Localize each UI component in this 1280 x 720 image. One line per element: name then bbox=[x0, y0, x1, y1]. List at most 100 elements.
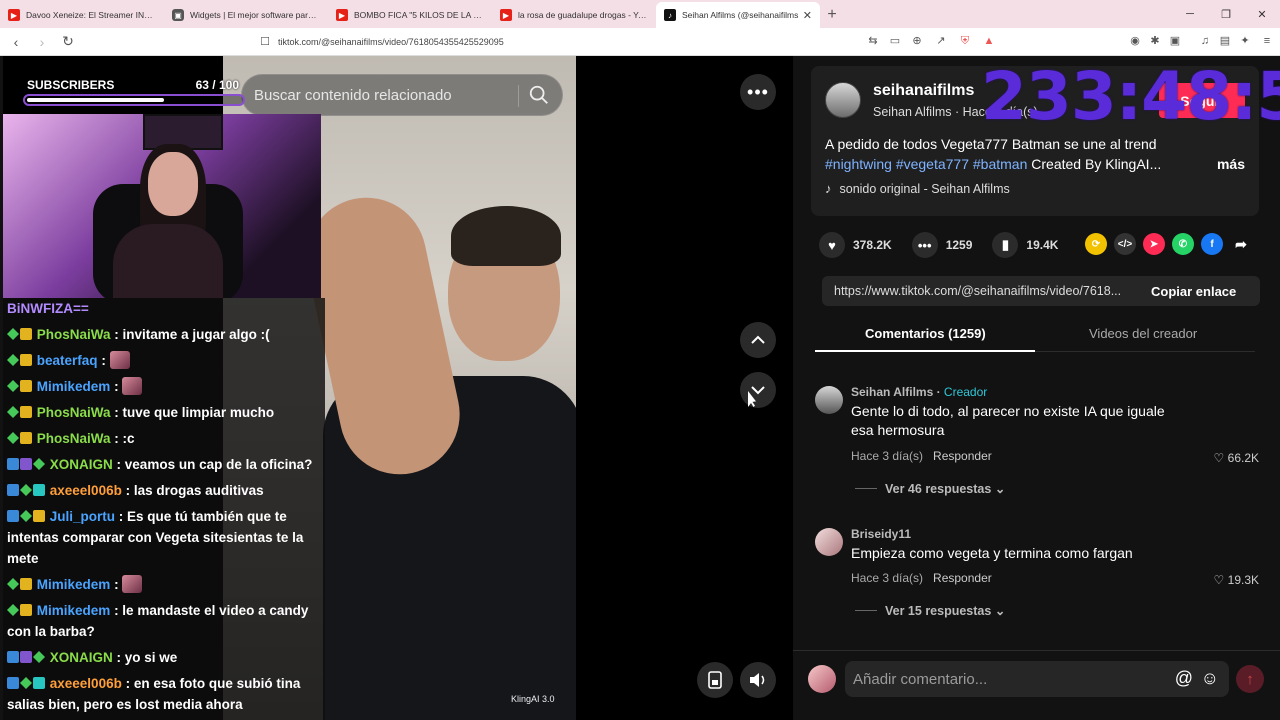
add-comment-input[interactable]: Añadir comentario... @ ☺ bbox=[845, 661, 1229, 697]
view-replies-button[interactable]: Ver 15 respuestas ⌄ bbox=[855, 603, 1005, 618]
reply-button[interactable]: Responder bbox=[933, 571, 992, 585]
tab-comments[interactable]: Comentarios (1259) bbox=[865, 326, 986, 341]
menu-icon[interactable]: ≡ bbox=[1260, 33, 1274, 49]
translate-icon[interactable]: ⇆ bbox=[866, 33, 880, 49]
sound-link[interactable]: ♪ sonido original - Seihan Alfilms bbox=[825, 181, 1010, 196]
commenter-name[interactable]: Seihan Alfilms · Creador bbox=[851, 385, 987, 399]
chat-username[interactable]: PhosNaiWa bbox=[37, 327, 111, 342]
send-icon[interactable]: ➤ bbox=[1143, 233, 1165, 255]
subscriber-goal-label: SUBSCRIBERS bbox=[27, 78, 115, 92]
extension-a-icon[interactable]: ◉ bbox=[1128, 33, 1142, 49]
chat-message: Juli_portu : Es que tú también que te in… bbox=[3, 506, 325, 569]
chat-text: : :c bbox=[114, 431, 135, 446]
wallet-icon[interactable]: ▤ bbox=[1218, 33, 1232, 49]
back-icon[interactable]: ‹ bbox=[6, 34, 26, 50]
creator-tag: Creador bbox=[943, 385, 988, 399]
chat-username[interactable]: XONAIGN bbox=[50, 457, 113, 472]
related-search-placeholder: Buscar contenido relacionado bbox=[254, 86, 452, 104]
browser-tab[interactable]: ▶ BOMBO FICA "5 KILOS DE LA WENA bbox=[328, 2, 492, 28]
youtube-icon: ▶ bbox=[500, 9, 512, 21]
browser-tab-bar: ▶ Davoo Xeneize: El Streamer INCANCEL ▣ Wid… bbox=[0, 0, 1280, 28]
stream-timer: 233:48:51 bbox=[981, 58, 1280, 135]
reload-icon[interactable]: ↻ bbox=[58, 33, 78, 50]
green-badge-icon bbox=[7, 578, 19, 590]
more-button[interactable]: más bbox=[1217, 154, 1245, 174]
video-description: A pedido de todos Vegeta777 Batman se un… bbox=[825, 134, 1245, 174]
creator-handle[interactable]: seihanaifilms bbox=[873, 82, 974, 100]
comment-like-button[interactable]: ♡ 19.3K bbox=[1214, 573, 1259, 587]
add-comment-placeholder: Añadir comentario... bbox=[853, 670, 988, 688]
share-page-icon[interactable]: ↗ bbox=[934, 33, 948, 49]
chat-username[interactable]: axeeel006b bbox=[50, 676, 122, 691]
leo-icon[interactable]: ✦ bbox=[1238, 33, 1252, 49]
save-button[interactable]: ▮ 19.4K bbox=[992, 232, 1058, 258]
tab-creator-videos[interactable]: Videos del creador bbox=[1089, 326, 1197, 341]
pip-icon bbox=[708, 671, 722, 689]
screenshot-icon[interactable]: ▭ bbox=[888, 33, 902, 49]
extensions-icon[interactable]: ✱ bbox=[1148, 33, 1162, 49]
chat-username[interactable]: BiNWFIZA== bbox=[7, 301, 89, 316]
comment-button[interactable]: ••• 1259 bbox=[911, 232, 972, 258]
zoom-icon[interactable]: ⊕ bbox=[910, 33, 924, 49]
view-replies-button[interactable]: Ver 46 respuestas ⌄ bbox=[855, 481, 1005, 496]
previous-video-button[interactable] bbox=[740, 322, 776, 358]
whatsapp-icon[interactable]: ✆ bbox=[1172, 233, 1194, 255]
chat-message: XONAIGN : yo si we bbox=[3, 647, 325, 668]
share-arrow-icon[interactable]: ➦ bbox=[1230, 233, 1252, 255]
browser-tab[interactable]: ▶ Davoo Xeneize: El Streamer INCANCEL bbox=[0, 2, 164, 28]
close-tab-icon[interactable]: ✕ bbox=[803, 9, 812, 22]
blue-badge-icon bbox=[7, 651, 19, 663]
chat-username[interactable]: Juli_portu bbox=[50, 509, 115, 524]
facebook-icon[interactable]: f bbox=[1201, 233, 1223, 255]
browser-tab[interactable]: ♪ Seihan Alfilms (@seihanaifilms ✕ bbox=[656, 2, 820, 28]
related-search-input[interactable]: Buscar contenido relacionado bbox=[241, 74, 563, 116]
embed-icon[interactable]: </> bbox=[1114, 233, 1136, 255]
volume-button[interactable] bbox=[740, 662, 776, 698]
browser-tab[interactable]: ▣ Widgets | El mejor software para pot bbox=[164, 2, 328, 28]
minimize-icon[interactable]: ─ bbox=[1172, 8, 1208, 20]
comment-like-button[interactable]: ♡ 66.2K bbox=[1214, 451, 1259, 465]
chat-username[interactable]: PhosNaiWa bbox=[37, 431, 111, 446]
commenter-avatar[interactable] bbox=[815, 528, 843, 556]
chat-username[interactable]: axeeel006b bbox=[50, 483, 122, 498]
commenter-avatar[interactable] bbox=[815, 386, 843, 414]
description-hashtags[interactable]: #nightwing #vegeta777 #batman bbox=[825, 156, 1027, 172]
search-divider bbox=[518, 85, 519, 107]
browser-tab[interactable]: ▶ la rosa de guadalupe drogas - YouTu bbox=[492, 2, 656, 28]
repost-icon[interactable]: ⟳ bbox=[1085, 233, 1107, 255]
like-button[interactable]: ♥ 378.2K bbox=[819, 232, 892, 258]
close-window-icon[interactable]: ✕ bbox=[1244, 8, 1280, 21]
brave-shield-icon[interactable]: ⛨ bbox=[958, 33, 972, 49]
panel-tabs: Comentarios (1259) Videos del creador bbox=[815, 320, 1255, 352]
floating-player-button[interactable] bbox=[697, 662, 733, 698]
copy-link-button[interactable]: Copiar enlace bbox=[1151, 284, 1236, 299]
post-comment-button[interactable]: ↑ bbox=[1236, 665, 1264, 693]
commenter-name[interactable]: Briseidy11 bbox=[851, 527, 911, 541]
gold-badge-icon bbox=[20, 578, 32, 590]
extension-b-icon[interactable]: ▣ bbox=[1168, 33, 1182, 49]
new-tab-button[interactable]: + bbox=[820, 2, 844, 28]
comment-meta: Hace 3 día(s) Responder bbox=[851, 571, 992, 585]
emoji-icon[interactable]: ☺ bbox=[1201, 668, 1219, 689]
mention-icon[interactable]: @ bbox=[1175, 668, 1193, 689]
chat-username[interactable]: XONAIGN bbox=[50, 650, 113, 665]
reply-button[interactable]: Responder bbox=[933, 449, 992, 463]
restore-icon[interactable]: ❐ bbox=[1208, 8, 1244, 21]
webcam-person-body bbox=[113, 224, 223, 298]
more-options-button[interactable]: ••• bbox=[740, 74, 776, 110]
chat-username[interactable]: Mimikedem bbox=[37, 577, 111, 592]
chat-username[interactable]: Mimikedem bbox=[37, 603, 111, 618]
creator-avatar[interactable] bbox=[825, 82, 861, 118]
media-icon[interactable]: ♫ bbox=[1198, 33, 1212, 49]
page-content: KlingAI 3.0 Buscar contenido relacionado… bbox=[0, 56, 1280, 720]
chat-username[interactable]: beaterfaq bbox=[37, 353, 98, 368]
rewards-icon[interactable]: ▲ bbox=[982, 33, 996, 49]
chat-username[interactable]: PhosNaiWa bbox=[37, 405, 111, 420]
heart-icon: ♥ bbox=[819, 232, 845, 258]
forward-icon[interactable]: › bbox=[32, 34, 52, 50]
next-video-button[interactable] bbox=[740, 372, 776, 408]
bookmark-icon[interactable]: ☐ bbox=[258, 34, 272, 50]
chat-username[interactable]: Mimikedem bbox=[37, 379, 111, 394]
search-icon[interactable] bbox=[528, 84, 550, 106]
chat-message: Mimikedem : bbox=[3, 574, 325, 595]
